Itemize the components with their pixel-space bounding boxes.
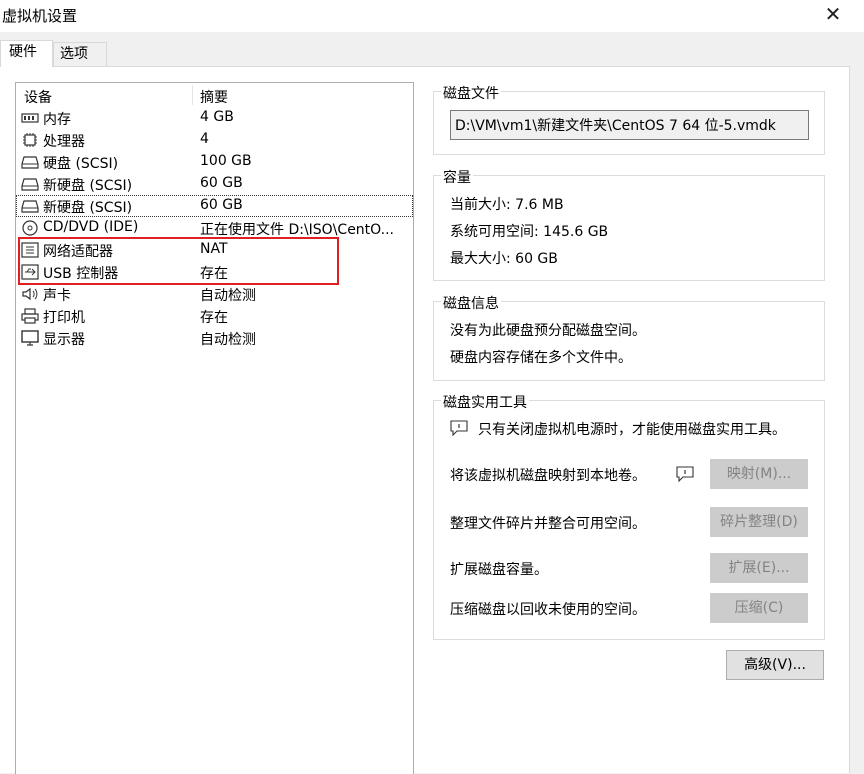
tab-options[interactable]: 选项 [53, 42, 107, 66]
printer-icon [21, 308, 39, 324]
disk-icon [21, 200, 39, 213]
column-header-device[interactable]: 设备 [24, 87, 52, 107]
expand-button[interactable]: 扩展(E)... [710, 553, 808, 583]
hardware-panel: 设备 摘要 内存 4 GB 处理器 4 硬盘 (SCSI) 100 GB 新硬盘… [0, 66, 850, 774]
device-summary: NAT [200, 241, 228, 257]
device-name: 显示器 [43, 332, 85, 348]
device-row-memory[interactable]: 内存 4 GB [16, 107, 413, 129]
disk-info-line-2: 硬盘内容存储在多个文件中。 [450, 350, 632, 366]
info-bubble-icon [450, 420, 468, 436]
device-name: 内存 [43, 112, 71, 128]
memory-icon [21, 113, 39, 123]
close-icon[interactable]: ✕ [820, 2, 846, 28]
device-summary: 自动检测 [200, 288, 256, 304]
disk-utilities-group: 磁盘实用工具 只有关闭虚拟机电源时，才能使用磁盘实用工具。 将该虚拟机磁盘映射到… [433, 392, 825, 640]
group-title: 容量 [441, 167, 473, 187]
current-size-text: 当前大小: 7.6 MB [450, 197, 564, 213]
defrag-button[interactable]: 碎片整理(D) [710, 507, 808, 537]
cd-icon [22, 220, 38, 236]
title-bar: 虚拟机设置 ✕ [0, 0, 864, 32]
device-row-new-disk-1[interactable]: 新硬盘 (SCSI) 60 GB [16, 173, 413, 195]
column-header-summary[interactable]: 摘要 [200, 87, 228, 107]
device-name: 新硬盘 (SCSI) [43, 178, 133, 194]
disk-icon [21, 178, 39, 191]
disk-file-group: 磁盘文件 D:\VM\vm1\新建文件夹\CentOS 7 64 位-5.vmd… [433, 83, 825, 155]
device-list-header: 设备 摘要 [16, 83, 413, 107]
group-title: 磁盘文件 [441, 83, 501, 103]
window-title: 虚拟机设置 [2, 7, 78, 25]
group-title: 磁盘实用工具 [441, 392, 529, 412]
device-row-sound[interactable]: 声卡 自动检测 [16, 283, 413, 305]
device-name: 网络适配器 [43, 244, 113, 260]
tab-hardware[interactable]: 硬件 [0, 40, 53, 67]
expand-description: 扩展磁盘容量。 [450, 562, 548, 578]
defrag-description: 整理文件碎片并整合可用空间。 [450, 516, 646, 532]
available-space-text: 系统可用空间: 145.6 GB [450, 224, 609, 240]
device-row-cd-dvd[interactable]: CD/DVD (IDE) 正在使用文件 D:\ISO\CentO... [16, 217, 413, 239]
group-title: 磁盘信息 [441, 293, 501, 313]
max-size-text: 最大大小: 60 GB [450, 251, 558, 267]
disk-info-line-1: 没有为此硬盘预分配磁盘空间。 [450, 323, 646, 339]
device-row-disk[interactable]: 硬盘 (SCSI) 100 GB [16, 151, 413, 173]
device-name: 硬盘 (SCSI) [43, 156, 119, 172]
compact-description: 压缩磁盘以回收未使用的空间。 [450, 602, 646, 618]
device-name: CD/DVD (IDE) [43, 219, 139, 235]
device-name: USB 控制器 [43, 266, 119, 282]
device-row-cpu[interactable]: 处理器 4 [16, 129, 413, 151]
capacity-group: 容量 当前大小: 7.6 MB 系统可用空间: 145.6 GB 最大大小: 6… [433, 167, 825, 281]
device-summary: 100 GB [200, 153, 252, 169]
device-summary: 4 GB [200, 109, 234, 125]
info-bubble-icon [676, 466, 694, 482]
device-row-display[interactable]: 显示器 自动检测 [16, 327, 413, 349]
cpu-icon [23, 133, 37, 147]
device-name: 新硬盘 (SCSI) [43, 200, 133, 216]
column-separator[interactable] [192, 85, 193, 105]
device-summary: 4 [200, 131, 209, 147]
device-summary: 60 GB [200, 197, 243, 213]
disk-info-group: 磁盘信息 没有为此硬盘预分配磁盘空间。 硬盘内容存储在多个文件中。 [433, 293, 825, 381]
display-icon [21, 330, 39, 346]
disk-icon [21, 156, 39, 169]
device-row-network[interactable]: 网络适配器 NAT [16, 239, 413, 261]
device-summary: 60 GB [200, 175, 243, 191]
device-name: 声卡 [43, 288, 71, 304]
device-row-new-disk-2[interactable]: 新硬盘 (SCSI) 60 GB [16, 195, 413, 217]
device-name: 处理器 [43, 134, 85, 150]
device-summary: 自动检测 [200, 332, 256, 348]
device-summary: 存在 [200, 310, 228, 326]
device-row-usb[interactable]: USB 控制器 存在 [16, 261, 413, 283]
network-icon [21, 242, 39, 258]
device-list[interactable]: 设备 摘要 内存 4 GB 处理器 4 硬盘 (SCSI) 100 GB 新硬盘… [15, 82, 414, 774]
sound-icon [22, 287, 38, 301]
device-row-printer[interactable]: 打印机 存在 [16, 305, 413, 327]
utilities-notice: 只有关闭虚拟机电源时，才能使用磁盘实用工具。 [478, 422, 786, 438]
compact-button[interactable]: 压缩(C) [710, 593, 808, 623]
device-summary: 正在使用文件 D:\ISO\CentO... [200, 222, 394, 238]
disk-file-path-field[interactable]: D:\VM\vm1\新建文件夹\CentOS 7 64 位-5.vmdk [450, 110, 809, 140]
map-button[interactable]: 映射(M)... [710, 459, 808, 489]
advanced-button[interactable]: 高级(V)... [726, 650, 824, 680]
map-description: 将该虚拟机磁盘映射到本地卷。 [450, 468, 646, 484]
device-name: 打印机 [43, 310, 85, 326]
device-summary: 存在 [200, 266, 228, 282]
usb-icon [21, 264, 39, 280]
